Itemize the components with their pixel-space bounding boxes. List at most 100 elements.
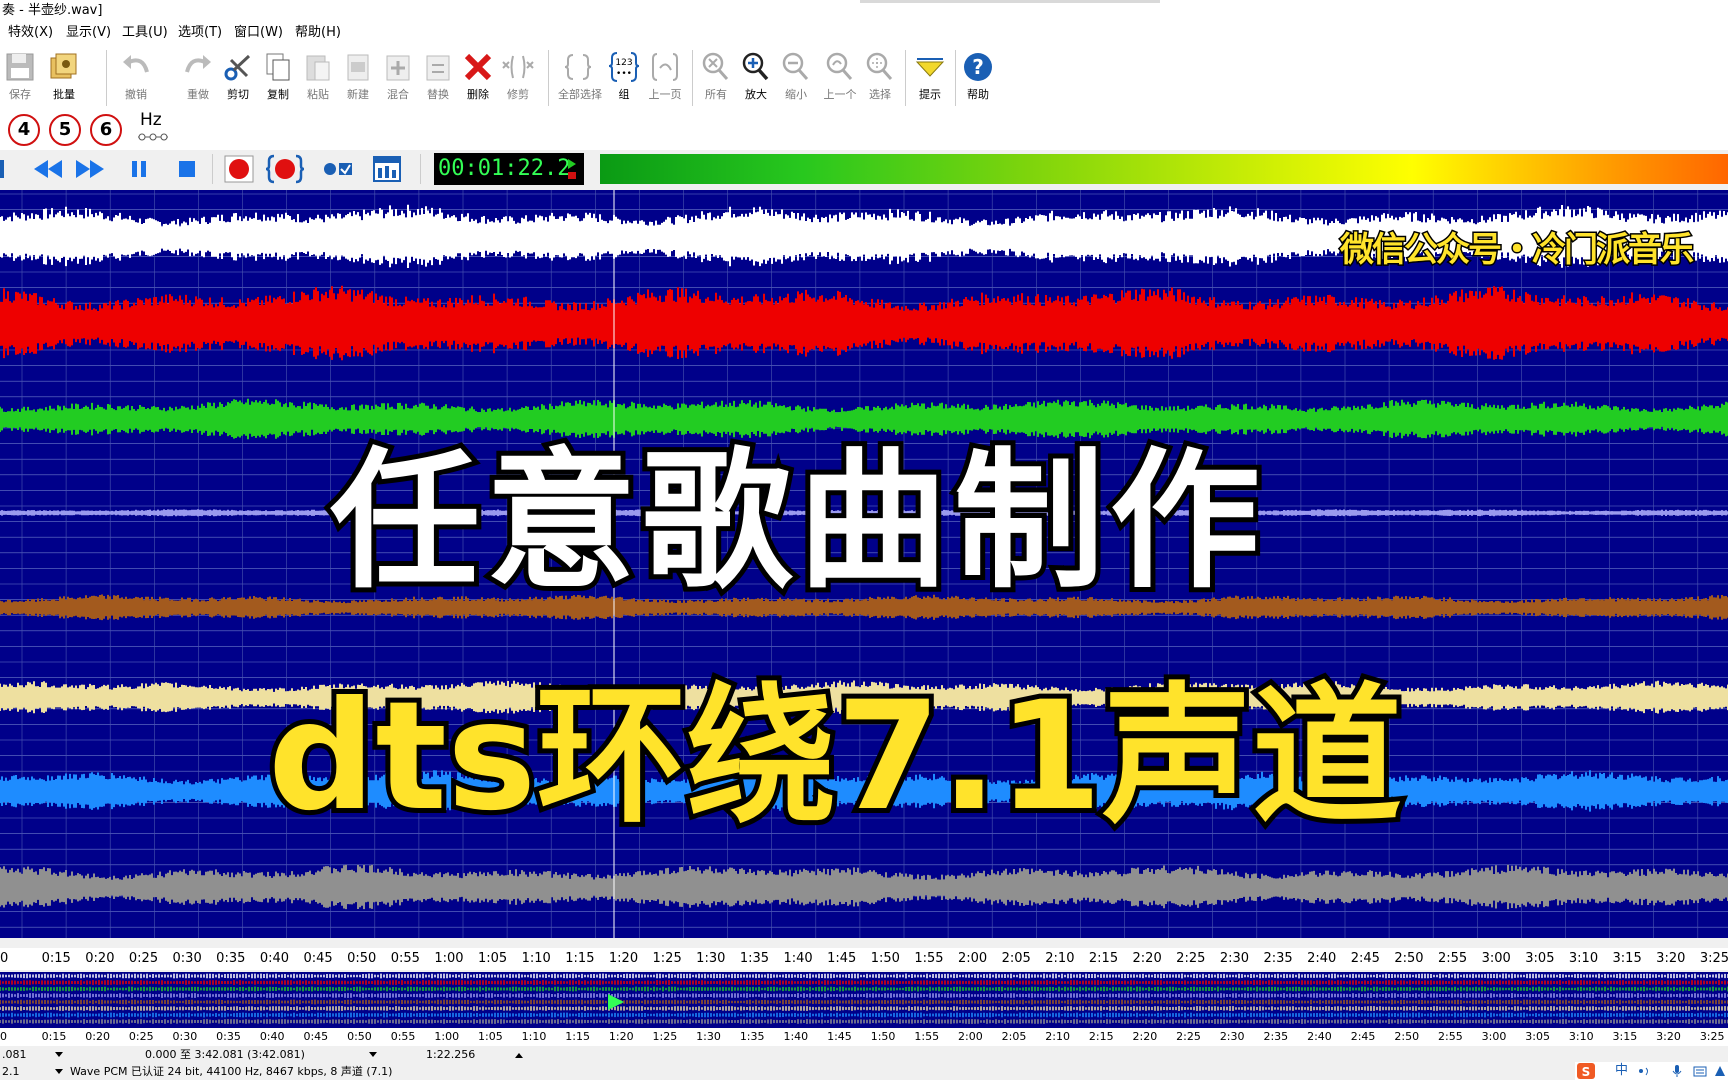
ruler-tick-label: 2:55 [1438, 1030, 1463, 1043]
ruler-tick-label: 3:25 [1699, 1030, 1725, 1043]
ruler-tick-label: 0:15 [41, 1030, 67, 1043]
batch-button[interactable]: 批量 [44, 50, 84, 106]
overview-channel-3 [0, 986, 1728, 992]
zoom-out-button[interactable]: 缩小 [776, 50, 816, 106]
ruler-tick-label: 1:35 [739, 951, 770, 966]
channel-8-waveform [0, 864, 1728, 910]
prev-page-icon [652, 53, 678, 81]
cut-button[interactable]: 剪切 [218, 50, 258, 106]
monitor-icon[interactable] [320, 154, 358, 184]
ruler-tick-label: 3:05 [1525, 1030, 1550, 1043]
delete-icon [464, 53, 492, 81]
zoom-select-button[interactable]: 选择 [860, 50, 900, 106]
mix-icon [386, 55, 410, 81]
help-button[interactable]: ? 帮助 [958, 50, 998, 106]
ruler-tick-label: 3:20 [1656, 951, 1686, 966]
microphone-icon[interactable] [1671, 1064, 1683, 1078]
overview-channel-8 [0, 1019, 1728, 1024]
audio-format: Wave PCM 已认证 24 bit, 44100 Hz, 8467 kbps… [70, 1065, 393, 1078]
overview-panel[interactable] [0, 972, 1728, 1028]
select-all-icon [564, 54, 592, 80]
undo-button[interactable]: 撤销 [116, 50, 156, 106]
toolbar-separator [548, 50, 549, 106]
ruler-tick-label: 1:15 [565, 951, 595, 966]
ruler-tick-label: 1:20 [608, 951, 639, 966]
new-button[interactable]: 新建 [338, 50, 378, 106]
replace-button[interactable]: 替换 [418, 50, 458, 106]
ruler-tick-label: 0:20 [85, 1030, 110, 1043]
skin-icon[interactable] [1713, 1064, 1727, 1078]
stop-icon[interactable] [168, 154, 206, 184]
ruler-tick-label: 2:45 [1350, 951, 1380, 966]
ruler-tick-label: 2:20 [1132, 1030, 1158, 1043]
menu-help[interactable]: 帮助(H) [295, 22, 341, 44]
punctuation-icon[interactable] [1637, 1065, 1651, 1077]
time-ruler[interactable]: 0 0:15 0:20 0:25 0:30 0:35 0:40 0:45 0:50 0:55 1:0… [0, 948, 1728, 970]
dropdown-icon[interactable] [54, 1068, 64, 1076]
channel-6-button[interactable]: 6 [90, 114, 122, 146]
zoom-in-button[interactable]: 放大 [736, 50, 776, 106]
copy-button[interactable]: 复制 [258, 50, 298, 106]
delete-button[interactable]: 删除 [458, 50, 498, 106]
channel-5-button[interactable]: 5 [49, 114, 81, 146]
hint-button[interactable]: 提示 [910, 50, 950, 106]
ruler-tick-label: 2:45 [1350, 1030, 1376, 1043]
rewind-icon[interactable] [28, 154, 66, 184]
overview-channel-5 [0, 999, 1728, 1005]
zoom-all-button[interactable]: 所有 [696, 50, 736, 106]
ruler-tick-label: 0:35 [216, 951, 246, 966]
record-icon[interactable] [220, 154, 258, 184]
fast-forward-icon[interactable] [72, 154, 110, 184]
zoom-in-icon [742, 52, 769, 81]
go-start-icon[interactable] [0, 154, 10, 184]
trim-button[interactable]: 修剪 [498, 50, 538, 106]
menu-window[interactable]: 窗口(W) [234, 22, 283, 44]
record-selection-icon[interactable] [266, 154, 304, 184]
menu-view[interactable]: 显示(V) [66, 22, 111, 44]
redo-button[interactable]: 重做 [178, 50, 218, 106]
pause-icon[interactable] [120, 154, 158, 184]
save-button[interactable]: 保存 [0, 50, 40, 106]
ruler-tick-label: 2:35 [1263, 1030, 1289, 1043]
select-all-button[interactable]: 全部选择 [558, 50, 602, 106]
format-status-bar: 2.1 Wave PCM 已认证 24 bit, 44100 Hz, 8467 … [0, 1064, 1728, 1080]
ime-mode[interactable]: 中 [1615, 1062, 1628, 1080]
dropdown-icon[interactable] [368, 1051, 378, 1059]
ruler-tick-label: 0:25 [128, 1030, 154, 1043]
ruler-tick-label: 1:45 [827, 951, 857, 966]
zoom-prev-button[interactable]: 上一个 [820, 50, 860, 106]
group-button[interactable]: 123 ••• 组 [604, 50, 644, 106]
zoom-prev-icon [826, 52, 853, 80]
expand-icon[interactable] [514, 1051, 524, 1059]
ruler-tick-label: 1:40 [783, 951, 813, 966]
ruler-tick-label: 0:30 [172, 951, 202, 966]
mix-button[interactable]: 混合 [378, 50, 418, 106]
frequency-button[interactable]: Hz [136, 110, 170, 146]
prev-page-button[interactable]: 上一页 [645, 50, 685, 106]
window-title: 奏 - 半壶纱.wav] [2, 3, 103, 18]
ruler-tick-label: 3:10 [1568, 1030, 1594, 1043]
ruler-tick-label: 0:35 [216, 1030, 241, 1043]
spectrum-view-icon[interactable] [368, 154, 406, 184]
ruler-tick-label: 0:15 [41, 951, 71, 966]
overview-channel-6 [0, 1006, 1728, 1011]
channel-4-button[interactable]: 4 [8, 114, 40, 146]
svg-text:?: ? [972, 55, 984, 79]
menu-effects[interactable]: 特效(X) [8, 22, 53, 44]
keyboard-icon[interactable] [1693, 1064, 1707, 1078]
overview-channel-7 [0, 1012, 1728, 1018]
ruler-tick-label: 0:55 [390, 1030, 416, 1043]
paste-button[interactable]: 粘贴 [298, 50, 338, 106]
dropdown-icon[interactable] [54, 1051, 64, 1059]
ruler-tick-label: 2:50 [1394, 1030, 1420, 1043]
ruler-tick-label: 2:10 [1045, 1030, 1070, 1043]
menu-options[interactable]: 选项(T) [178, 22, 222, 44]
ruler-tick-label: 0:45 [303, 1030, 329, 1043]
ruler-tick-label: 0:55 [390, 951, 420, 966]
menu-tools[interactable]: 工具(U) [122, 22, 168, 44]
ruler-tick-label: 2:05 [1001, 1030, 1027, 1043]
copy-icon [266, 53, 290, 81]
ruler-tick-label: 1:30 [696, 951, 726, 966]
sogou-logo-icon[interactable]: S [1577, 1063, 1595, 1079]
watermark-text: 微信公众号・冷门派音乐 [1339, 229, 1696, 272]
